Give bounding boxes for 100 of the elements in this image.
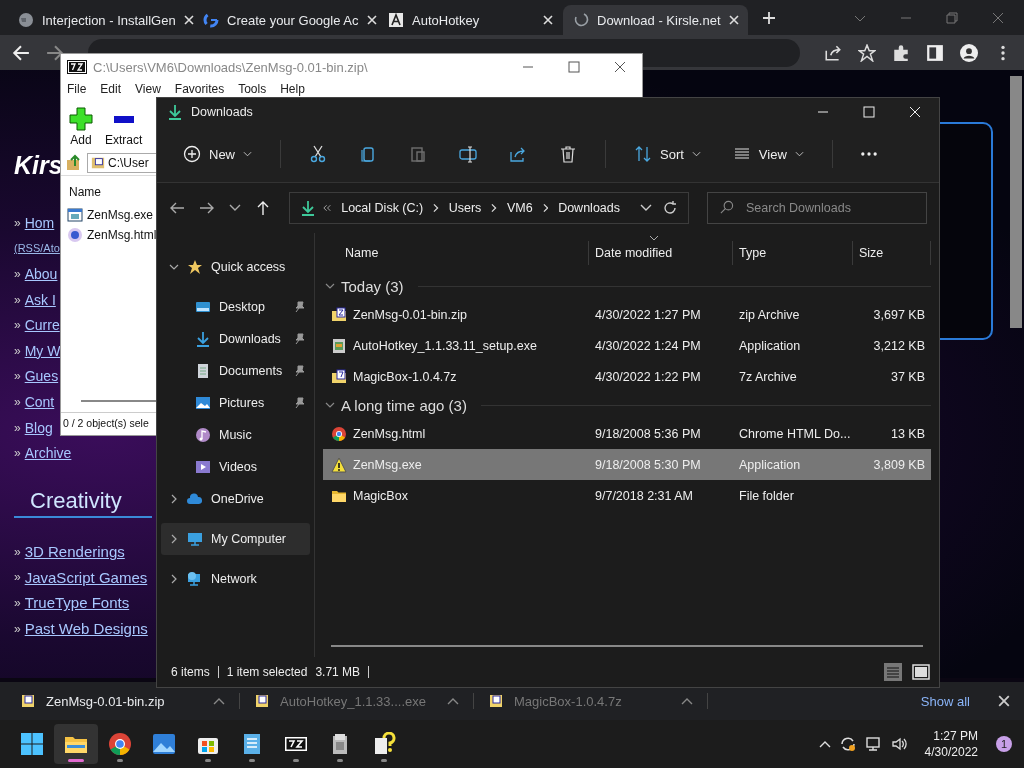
taskbar-button[interactable] (54, 724, 98, 764)
column-header[interactable]: Date modified (589, 241, 733, 265)
browser-tab[interactable]: Create your Google Ac (193, 5, 378, 35)
notification-badge[interactable]: 1 (996, 736, 1012, 752)
nav-item[interactable]: Videos (161, 451, 310, 483)
speaker-icon[interactable] (890, 735, 909, 753)
double-chevron-icon[interactable] (322, 203, 332, 213)
chevron-down-icon[interactable] (229, 204, 241, 212)
pin-icon[interactable] (294, 397, 306, 409)
chevron-down-icon[interactable] (169, 262, 179, 272)
clock[interactable]: 1:27 PM 4/30/2022 (924, 728, 978, 760)
breadcrumb-item[interactable]: Users (448, 201, 482, 215)
file-row[interactable]: MagicBox 9/7/2018 2:31 AM File folder (323, 480, 931, 511)
sync-icon[interactable] (838, 735, 857, 753)
column-header[interactable]: Name (323, 241, 589, 265)
show-all-link[interactable]: Show all (920, 693, 970, 709)
nav-link[interactable]: Curre (24, 317, 60, 334)
file-row[interactable]: AutoHotkey_1.1.33.11_setup.exe 4/30/2022 1:24 PM Application 3,212 KB (323, 330, 931, 361)
nav-link[interactable]: JavaScript Games (24, 568, 148, 586)
nav-item[interactable]: Documents (161, 355, 310, 387)
command-button[interactable]: New (169, 139, 266, 169)
group-header[interactable]: Today (3) (341, 277, 404, 295)
breadcrumb-item[interactable]: Local Disk (C:) (341, 201, 424, 215)
details-view-icon[interactable] (883, 662, 903, 682)
download-item[interactable]: ZenMsg-0.01-bin.zip (20, 693, 240, 709)
search-field[interactable]: Search Downloads (707, 192, 927, 224)
pin-icon[interactable] (294, 365, 306, 377)
nav-link[interactable]: My W (24, 342, 61, 359)
nav-link[interactable]: Ask I (24, 291, 56, 308)
back-arrow-icon[interactable] (12, 43, 30, 62)
nav-link[interactable]: TrueType Fonts (24, 594, 130, 612)
pin-icon[interactable] (294, 301, 306, 313)
nav-item[interactable]: Music (161, 419, 310, 451)
scrollbar[interactable] (1010, 76, 1022, 328)
toolbar-button[interactable]: Add (69, 107, 93, 151)
file-row[interactable]: ZenMsg-0.01-bin.zip 4/30/2022 1:27 PM zip Archive 3,697 KB (323, 299, 931, 330)
chevron-right-icon[interactable] (169, 534, 179, 544)
up-arrow-icon[interactable] (255, 200, 271, 216)
browser-tab[interactable]: AutoHotkey (378, 5, 563, 35)
group-header[interactable]: A long time ago (3) (341, 396, 467, 414)
menu-item[interactable]: Help (280, 81, 305, 96)
forward-arrow-icon[interactable] (199, 200, 215, 216)
share-icon[interactable] (824, 43, 842, 62)
scrollbar[interactable] (331, 645, 923, 647)
profile-icon[interactable] (960, 43, 978, 62)
plus-icon[interactable] (762, 10, 776, 25)
puzzle-icon[interactable] (892, 43, 910, 62)
refresh-icon[interactable] (662, 200, 678, 216)
command-button[interactable]: Sort (620, 139, 715, 169)
menu-item[interactable]: View (135, 81, 161, 96)
file-row[interactable]: ZenMsg.html (61, 225, 157, 245)
column-header[interactable]: Name (61, 176, 157, 205)
nav-item[interactable]: Desktop (161, 291, 310, 323)
nav-link[interactable]: 3D Renderings (24, 543, 125, 561)
breadcrumb-item[interactable]: VM6 (506, 201, 533, 215)
nav-item[interactable]: Pictures (161, 387, 310, 419)
file-row[interactable]: ZenMsg.exe 9/18/2008 5:30 PM Application 3,809 KB (323, 449, 931, 480)
nav-link[interactable]: Abou (24, 266, 58, 282)
chevron-down-icon[interactable] (325, 281, 335, 291)
chevron-right-icon[interactable] (169, 494, 179, 504)
chevron-down-icon[interactable] (325, 400, 335, 410)
address-bar[interactable]: Local Disk (C:) Users VM6 Downloads (289, 192, 689, 224)
restore-icon[interactable] (946, 11, 958, 24)
nav-item[interactable]: My Computer (161, 523, 310, 555)
side-panel-icon[interactable] (926, 43, 944, 62)
nav-link[interactable]: (RSS/Ato (14, 242, 60, 255)
download-item[interactable]: AutoHotkey_1.1.33....exe (254, 693, 474, 709)
nav-link[interactable]: Hom (24, 214, 55, 231)
nav-item[interactable]: Quick access (161, 251, 310, 283)
back-arrow-icon[interactable] (169, 200, 185, 216)
nav-item[interactable]: OneDrive (161, 483, 310, 515)
network-icon[interactable] (864, 735, 883, 753)
nav-link[interactable]: Cont (24, 393, 55, 410)
toolbar-button[interactable]: Extract (105, 107, 143, 151)
nav-link[interactable]: Archive (24, 445, 72, 462)
file-row[interactable]: MagicBox-1.0.4.7z 4/30/2022 1:22 PM 7z Archive 37 KB (323, 361, 931, 392)
nav-link[interactable]: Gues (24, 368, 59, 385)
scrollbar[interactable] (81, 400, 157, 402)
menu-item[interactable]: File (67, 81, 87, 96)
menu-item[interactable]: Edit (100, 81, 122, 96)
breadcrumb-item[interactable]: Downloads (558, 201, 620, 215)
forward-arrow-icon[interactable] (46, 43, 64, 62)
file-row[interactable]: ZenMsg.html 9/18/2008 5:36 PM Chrome HTML Do... 13 KB (323, 418, 931, 449)
star-icon[interactable] (858, 43, 876, 62)
maximize-icon[interactable] (568, 61, 580, 73)
menu-item[interactable]: Favorites (174, 81, 225, 96)
close-icon[interactable] (614, 61, 626, 73)
nav-item[interactable]: Network (161, 563, 310, 595)
nav-link[interactable]: Past Web Designs (24, 620, 148, 637)
nav-item[interactable]: Downloads (161, 323, 310, 355)
download-item[interactable]: MagicBox-1.0.4.7z (488, 693, 708, 709)
pin-icon[interactable] (294, 333, 306, 345)
command-button[interactable]: View (718, 139, 818, 169)
column-header[interactable]: Type (733, 241, 853, 265)
column-header[interactable]: Size (853, 241, 931, 265)
browser-tab[interactable]: Download - Kirsle.net (563, 5, 748, 35)
tiles-view-icon[interactable] (911, 662, 931, 682)
chevron-down-icon[interactable] (640, 204, 652, 212)
file-row[interactable]: ZenMsg.exe (61, 205, 157, 225)
chevron-right-icon[interactable] (169, 574, 179, 584)
